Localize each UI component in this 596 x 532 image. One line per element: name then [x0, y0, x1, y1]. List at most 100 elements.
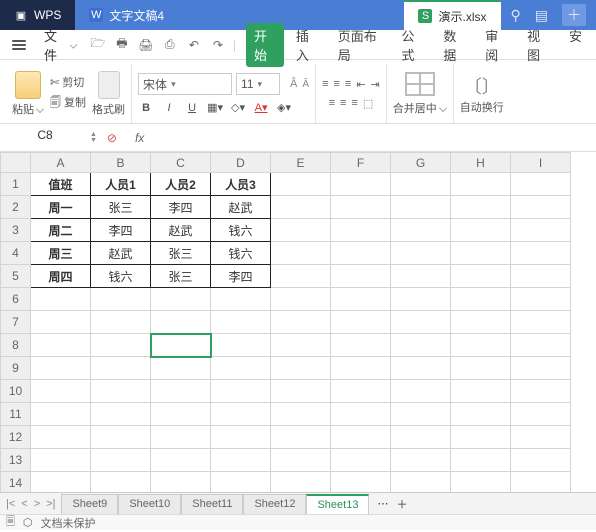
cell[interactable]	[271, 311, 331, 334]
cell[interactable]	[391, 380, 451, 403]
cell[interactable]	[511, 242, 571, 265]
cell[interactable]	[511, 288, 571, 311]
print-icon[interactable]: 🖨	[137, 36, 155, 54]
menu-insert[interactable]: 插入	[288, 23, 326, 67]
cell[interactable]	[331, 334, 391, 357]
doc-tab[interactable]: W 文字文稿4	[75, 0, 178, 30]
cell[interactable]	[451, 173, 511, 196]
last-sheet-icon[interactable]: >|	[46, 498, 55, 510]
cell[interactable]	[391, 357, 451, 380]
cell[interactable]	[511, 403, 571, 426]
hamburger-menu[interactable]	[6, 38, 36, 52]
cell[interactable]	[271, 357, 331, 380]
sheet-tab[interactable]: Sheet11	[181, 494, 243, 514]
namebox-stepper[interactable]: ▲▼	[90, 132, 97, 144]
cell[interactable]	[211, 426, 271, 449]
cell[interactable]	[511, 196, 571, 219]
cell[interactable]	[391, 334, 451, 357]
cell[interactable]	[151, 380, 211, 403]
column-header[interactable]: H	[451, 153, 511, 173]
border-button[interactable]: ▦▾	[207, 101, 223, 114]
cell[interactable]	[151, 311, 211, 334]
column-header[interactable]: I	[511, 153, 571, 173]
cell[interactable]	[271, 403, 331, 426]
cell[interactable]	[451, 219, 511, 242]
row-header[interactable]: 4	[1, 242, 31, 265]
cell[interactable]	[451, 380, 511, 403]
cell[interactable]	[271, 265, 331, 288]
cell[interactable]	[151, 357, 211, 380]
merge-across-icon[interactable]: ⬚	[363, 97, 373, 110]
cell[interactable]	[211, 334, 271, 357]
cell[interactable]	[331, 426, 391, 449]
cell[interactable]	[391, 196, 451, 219]
menu-start[interactable]: 开始	[246, 23, 284, 67]
sheet-tab[interactable]: Sheet12	[243, 494, 306, 514]
font-color-button[interactable]: A▾	[253, 101, 269, 114]
font-size-select[interactable]: 11▾	[236, 73, 280, 95]
fill-color-button[interactable]: ◇▾	[230, 101, 246, 114]
cell[interactable]	[271, 449, 331, 472]
cell[interactable]	[271, 380, 331, 403]
cell[interactable]	[91, 357, 151, 380]
cell[interactable]: 赵武	[91, 242, 151, 265]
cell[interactable]: 钱六	[91, 265, 151, 288]
cell[interactable]	[451, 426, 511, 449]
cell[interactable]	[151, 288, 211, 311]
cell[interactable]	[511, 380, 571, 403]
cell[interactable]	[511, 357, 571, 380]
column-header[interactable]: E	[271, 153, 331, 173]
cell[interactable]: 周四	[31, 265, 91, 288]
cell-style-button[interactable]: ◈▾	[276, 101, 292, 114]
save-icon[interactable]: 🖶	[113, 36, 131, 54]
cell[interactable]	[31, 403, 91, 426]
cell[interactable]	[31, 380, 91, 403]
menu-safety[interactable]: 安	[561, 23, 590, 67]
cell[interactable]	[331, 173, 391, 196]
cell[interactable]	[271, 173, 331, 196]
cell[interactable]	[451, 357, 511, 380]
cell[interactable]	[91, 288, 151, 311]
cell[interactable]	[91, 380, 151, 403]
row-header[interactable]: 5	[1, 265, 31, 288]
cell[interactable]: 钱六	[211, 242, 271, 265]
undo-icon[interactable]: ↶	[185, 36, 203, 54]
cell[interactable]	[331, 288, 391, 311]
merge-cells-button[interactable]	[405, 72, 435, 96]
cell[interactable]	[391, 173, 451, 196]
row-header[interactable]: 3	[1, 219, 31, 242]
cell[interactable]	[331, 403, 391, 426]
cell[interactable]	[211, 288, 271, 311]
add-sheet-icon[interactable]: ＋	[396, 496, 407, 512]
fx-label[interactable]: fx	[135, 131, 144, 145]
row-header[interactable]: 6	[1, 288, 31, 311]
sheet-tab[interactable]: Sheet9	[61, 494, 118, 514]
cell[interactable]	[91, 334, 151, 357]
cell[interactable]: 钱六	[211, 219, 271, 242]
first-sheet-icon[interactable]: |<	[6, 498, 15, 510]
cell-reference-input[interactable]: C8	[6, 128, 84, 148]
cell[interactable]	[391, 219, 451, 242]
cell[interactable]	[331, 380, 391, 403]
indent-dec-icon[interactable]: ⇤	[356, 78, 365, 91]
cell[interactable]	[151, 449, 211, 472]
cell[interactable]	[271, 242, 331, 265]
cell[interactable]	[451, 196, 511, 219]
menu-data[interactable]: 数据	[435, 23, 473, 67]
menu-page-layout[interactable]: 页面布局	[330, 23, 390, 67]
select-all-corner[interactable]	[1, 153, 31, 173]
cell[interactable]	[91, 449, 151, 472]
cell[interactable]	[451, 334, 511, 357]
cell[interactable]	[91, 403, 151, 426]
cell[interactable]	[451, 265, 511, 288]
align-center-icon[interactable]: ≡	[340, 97, 346, 110]
open-icon[interactable]: 🗁	[89, 36, 107, 54]
user-icon[interactable]: ⚲	[511, 7, 521, 24]
cell[interactable]: 周二	[31, 219, 91, 242]
row-header[interactable]: 1	[1, 173, 31, 196]
cell[interactable]	[451, 311, 511, 334]
cell[interactable]	[331, 357, 391, 380]
cell[interactable]	[331, 196, 391, 219]
cell[interactable]: 张三	[151, 265, 211, 288]
settings-icon[interactable]: ▤	[535, 7, 548, 24]
